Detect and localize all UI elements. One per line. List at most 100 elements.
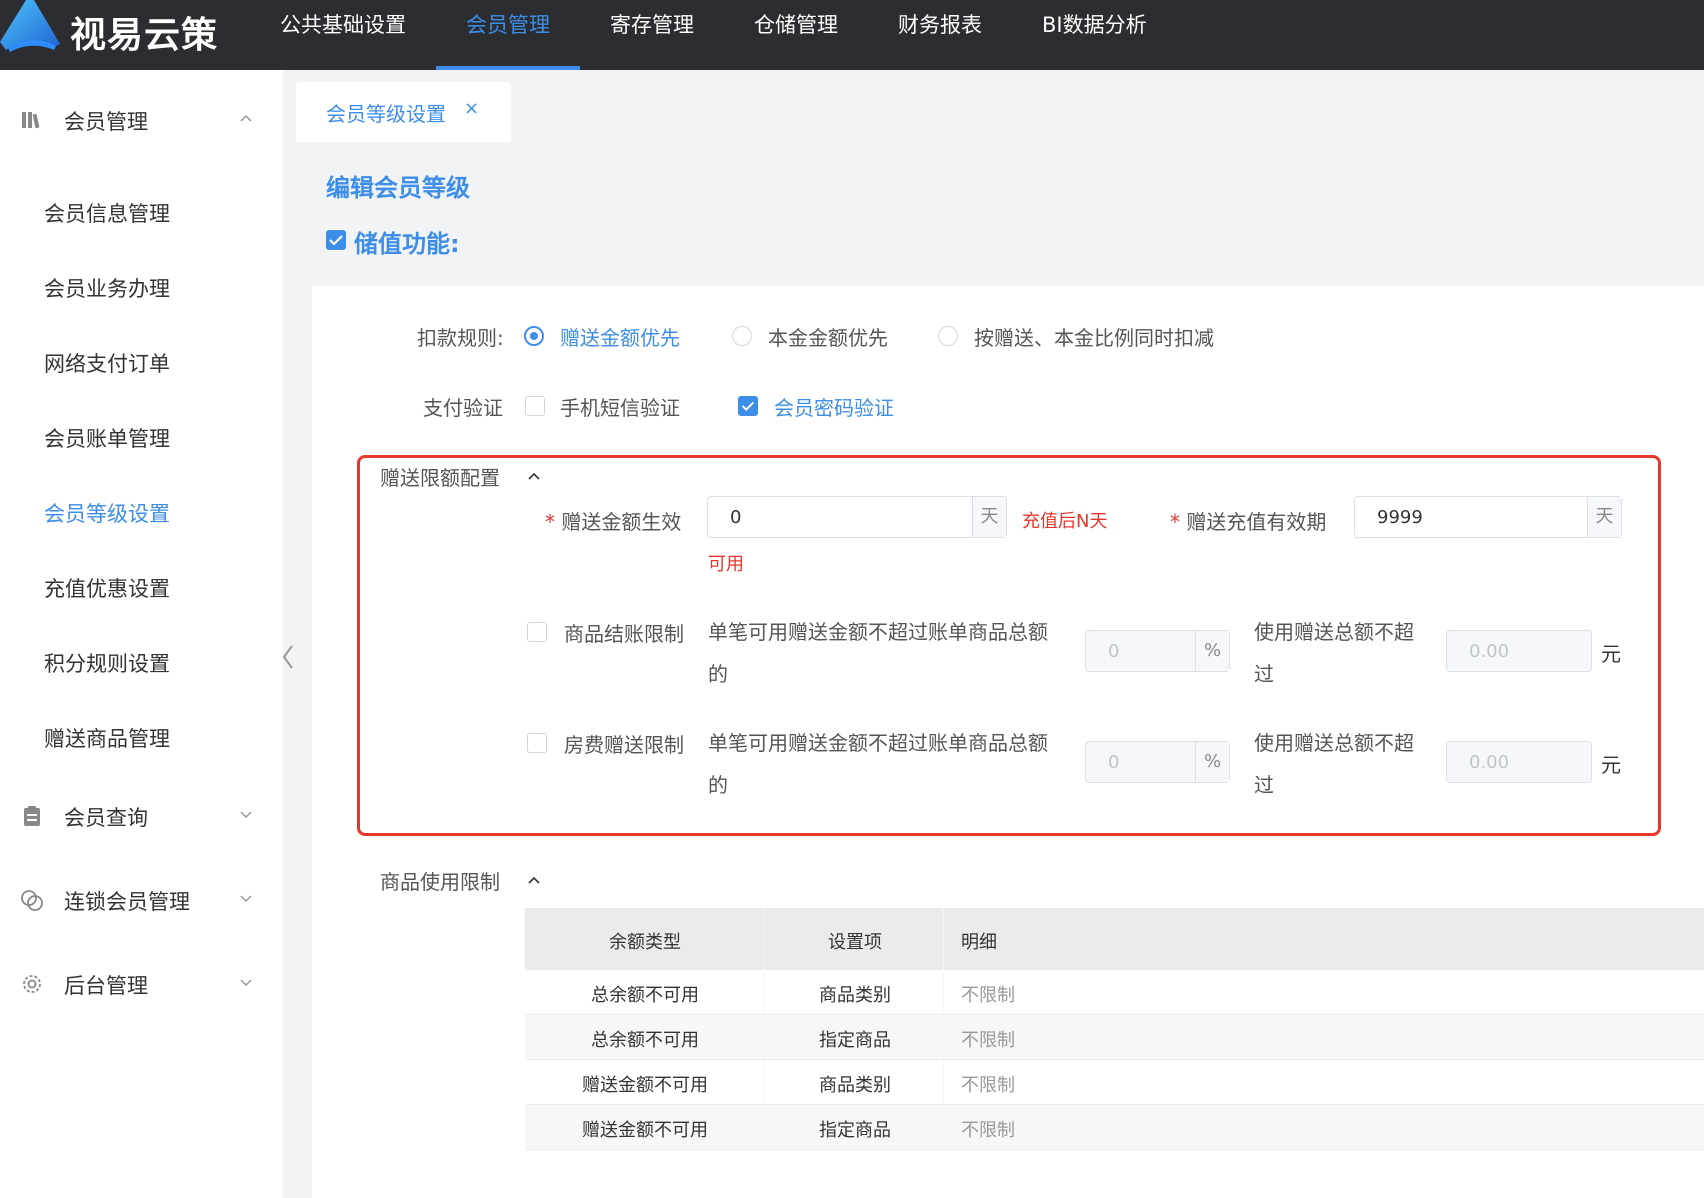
chevron-down-icon <box>240 811 252 819</box>
gift-effect-hint: 充值后N天 <box>1022 511 1108 532</box>
goods-limit-total-label-2: 过 <box>1254 662 1274 686</box>
chevron-up-icon[interactable] <box>526 468 542 484</box>
topnav-member-management[interactable]: 会员管理 <box>436 0 580 70</box>
cell-detail: 不限制 <box>961 1030 1015 1051</box>
room-limit-total-label-2: 过 <box>1254 773 1274 797</box>
room-limit-percent-value: 0 <box>1108 752 1120 773</box>
goods-limit-percent-input[interactable]: 0 % <box>1085 630 1230 672</box>
table-row[interactable]: 总余额不可用 商品类别 不限制 <box>525 970 1704 1015</box>
room-limit-amount-input[interactable]: 0.00 <box>1446 741 1592 783</box>
stored-value-label: 储值功能: <box>354 230 460 258</box>
gift-effect-value: 0 <box>730 507 742 528</box>
topnav-storage-management[interactable]: 仓储管理 <box>724 0 868 70</box>
column-header-setting: 设置项 <box>828 932 882 953</box>
goods-limit-percent-value: 0 <box>1108 641 1120 662</box>
topnav-finance-reports[interactable]: 财务报表 <box>868 0 1012 70</box>
password-verify-checkbox[interactable] <box>738 396 758 416</box>
topnav-deposit-management[interactable]: 寄存管理 <box>580 0 724 70</box>
radio-principal-first[interactable] <box>732 326 752 346</box>
goods-limit-desc-2: 的 <box>708 662 728 686</box>
gift-effect-label: * 赠送金额生效 <box>545 510 682 534</box>
page-title: 编辑会员等级 <box>326 174 470 202</box>
stored-value-checkbox[interactable] <box>326 230 346 250</box>
goods-limit-checkbox[interactable] <box>527 622 547 642</box>
goods-limit-amount-input[interactable]: 0.00 <box>1446 630 1592 672</box>
logo[interactable]: 视易云策 <box>0 0 230 70</box>
cell-setting: 商品类别 <box>819 1075 891 1096</box>
cell-balance-type: 赠送金额不可用 <box>582 1120 708 1141</box>
sidebar-item-member-info[interactable]: 会员信息管理 <box>44 198 170 228</box>
goods-limit-amount-value: 0.00 <box>1469 641 1510 662</box>
check-icon <box>741 401 755 412</box>
tab-close-icon[interactable]: × <box>464 98 479 119</box>
column-header-detail: 明细 <box>961 932 997 953</box>
gift-validity-unit: 天 <box>1587 497 1621 537</box>
gear-icon <box>23 975 41 993</box>
sidebar-item-recharge-discount[interactable]: 充值优惠设置 <box>44 573 170 603</box>
gift-validity-value: 9999 <box>1377 507 1423 528</box>
room-limit-total-label: 使用赠送总额不超 <box>1254 731 1414 755</box>
cell-setting: 指定商品 <box>819 1120 891 1141</box>
sidebar-group-label: 会员管理 <box>64 110 148 134</box>
table-row[interactable]: 总余额不可用 指定商品 不限制 <box>525 1015 1704 1060</box>
sidebar-group-label: 连锁会员管理 <box>64 890 190 914</box>
cell-detail: 不限制 <box>961 1075 1015 1096</box>
sidebar-group-label: 会员查询 <box>64 806 148 830</box>
topnav-public-settings[interactable]: 公共基础设置 <box>250 0 436 70</box>
room-limit-label: 房费赠送限制 <box>564 733 684 757</box>
sidebar-group-backend[interactable]: 后台管理 <box>0 954 283 1014</box>
cell-setting: 商品类别 <box>819 985 891 1006</box>
room-limit-desc-2: 的 <box>708 773 728 797</box>
cell-balance-type: 总余额不可用 <box>591 1030 699 1051</box>
radio-gift-first[interactable] <box>524 326 544 346</box>
deduct-rule-label: 扣款规则: <box>417 326 504 350</box>
sidebar-item-member-level-settings[interactable]: 会员等级设置 <box>44 498 170 528</box>
room-limit-percent-input[interactable]: 0 % <box>1085 741 1230 783</box>
radio-proportional[interactable] <box>938 326 958 346</box>
room-limit-desc: 单笔可用赠送金额不超过账单商品总额 <box>708 731 1048 755</box>
top-nav: 公共基础设置 会员管理 寄存管理 仓储管理 财务报表 BI数据分析 <box>250 0 1177 70</box>
room-limit-checkbox[interactable] <box>527 733 547 753</box>
gift-effect-hint-2: 可用 <box>708 554 744 575</box>
room-limit-percent-unit: % <box>1195 742 1229 782</box>
sidebar-item-points-rules[interactable]: 积分规则设置 <box>44 648 170 678</box>
tab-member-level-settings[interactable]: 会员等级设置 × <box>296 82 511 142</box>
room-limit-amount-value: 0.00 <box>1469 752 1510 773</box>
check-icon <box>329 235 343 246</box>
table-row[interactable]: 赠送金额不可用 指定商品 不限制 <box>525 1105 1704 1150</box>
sidebar-item-member-business[interactable]: 会员业务办理 <box>44 273 170 303</box>
room-limit-amount-unit: 元 <box>1601 753 1621 777</box>
chevron-down-icon <box>240 895 252 903</box>
table-row[interactable]: 赠送金额不可用 商品类别 不限制 <box>525 1060 1704 1105</box>
cell-balance-type: 赠送金额不可用 <box>582 1075 708 1096</box>
radio-proportional-label[interactable]: 按赠送、本金比例同时扣减 <box>974 322 1214 351</box>
topnav-bi-analysis[interactable]: BI数据分析 <box>1012 0 1177 70</box>
password-verify-label[interactable]: 会员密码验证 <box>774 392 894 421</box>
radio-gift-first-label[interactable]: 赠送金额优先 <box>560 322 680 351</box>
sidebar-group-member-query[interactable]: 会员查询 <box>0 786 283 846</box>
sidebar-group-chain-members[interactable]: 连锁会员管理 <box>0 870 283 930</box>
sms-verify-label[interactable]: 手机短信验证 <box>560 392 680 421</box>
goods-limit-total-label: 使用赠送总额不超 <box>1254 620 1414 644</box>
sidebar-collapse-icon[interactable] <box>276 640 300 674</box>
sms-verify-checkbox[interactable] <box>525 396 545 416</box>
gift-limit-section-label: 赠送限额配置 <box>380 466 500 490</box>
gift-validity-input[interactable]: 9999 天 <box>1354 496 1622 538</box>
sidebar-item-gift-goods[interactable]: 赠送商品管理 <box>44 723 170 753</box>
cell-detail: 不限制 <box>961 1120 1015 1141</box>
radio-principal-first-label[interactable]: 本金金额优先 <box>768 322 888 351</box>
chevron-up-icon[interactable] <box>526 872 542 888</box>
chevron-down-icon <box>240 979 252 987</box>
goods-limit-amount-unit: 元 <box>1601 642 1621 666</box>
sidebar: 会员管理 会员信息管理 会员业务办理 网络支付订单 会员账单管理 会员等级设置 … <box>0 70 283 1198</box>
gift-validity-label: * 赠送充值有效期 <box>1170 510 1327 534</box>
payment-verify-label: 支付验证 <box>423 396 503 420</box>
clipboard-icon <box>24 806 40 826</box>
goods-limit-percent-unit: % <box>1195 631 1229 671</box>
chevron-up-icon <box>240 114 252 122</box>
sidebar-group-member-management[interactable]: 会员管理 <box>0 90 283 150</box>
sidebar-item-online-payment-orders[interactable]: 网络支付订单 <box>44 348 170 378</box>
gift-effect-input[interactable]: 0 天 <box>707 496 1007 538</box>
sidebar-item-member-bills[interactable]: 会员账单管理 <box>44 423 170 453</box>
goods-limit-desc: 单笔可用赠送金额不超过账单商品总额 <box>708 620 1048 644</box>
